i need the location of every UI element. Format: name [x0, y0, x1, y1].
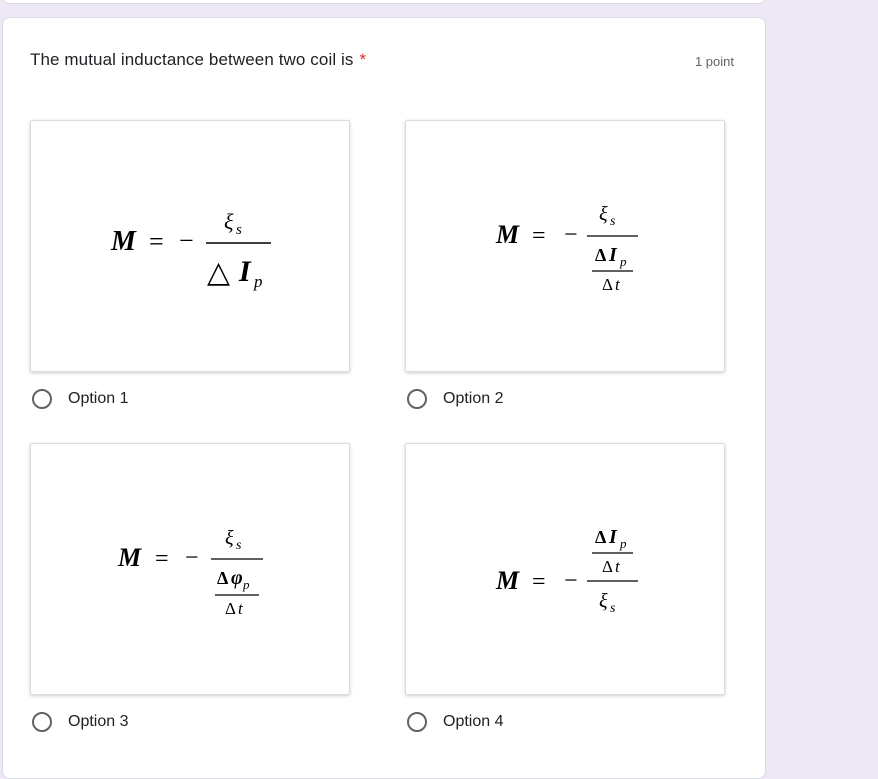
- svg-text:s: s: [236, 222, 242, 238]
- svg-text:I: I: [608, 526, 618, 548]
- svg-text:M: M: [110, 226, 137, 257]
- svg-text:−: −: [179, 226, 194, 255]
- svg-text:s: s: [236, 538, 242, 553]
- option-1[interactable]: Option 1: [32, 389, 128, 409]
- svg-text:p: p: [619, 254, 627, 269]
- question-text: The mutual inductance between two coil i…: [30, 50, 354, 69]
- option-3-radio[interactable]: [32, 712, 52, 732]
- formula-2: M = − ξ s Δ I p Δ t: [495, 203, 638, 294]
- svg-text:t: t: [615, 557, 621, 576]
- svg-text:M: M: [495, 220, 520, 249]
- svg-text:s: s: [610, 601, 616, 616]
- svg-text:=: =: [149, 227, 164, 256]
- option-2-image[interactable]: M = − ξ s Δ I p Δ t: [405, 120, 725, 372]
- svg-text:I: I: [608, 244, 618, 266]
- svg-text:Δ: Δ: [225, 599, 236, 618]
- svg-text:p: p: [253, 272, 263, 291]
- svg-text:M: M: [117, 543, 142, 572]
- svg-text:=: =: [532, 569, 546, 595]
- svg-text:p: p: [619, 536, 627, 551]
- svg-text:ξ: ξ: [599, 203, 608, 225]
- option-1-label: Option 1: [68, 390, 129, 407]
- formula-4: M = − Δ I p Δ t ξ s: [495, 526, 638, 616]
- svg-text:Δ: Δ: [217, 568, 228, 588]
- option-3-label: Option 3: [68, 713, 129, 730]
- question-points: 1 point: [694, 54, 734, 69]
- option-3-image[interactable]: M = − ξ s Δ φ p Δ t: [30, 443, 350, 695]
- svg-text:Δ: Δ: [595, 245, 606, 265]
- option-3[interactable]: Option 3: [32, 712, 128, 732]
- required-asterisk: *: [359, 50, 367, 69]
- previous-question-card: [2, 0, 766, 4]
- svg-text:Δ: Δ: [602, 557, 613, 576]
- svg-text:M: M: [495, 566, 520, 595]
- option-2-label: Option 2: [443, 390, 504, 407]
- svg-text:Δ: Δ: [602, 275, 613, 294]
- formula-3: M = − ξ s Δ φ p Δ t: [117, 527, 263, 618]
- svg-text:t: t: [615, 275, 621, 294]
- option-1-image[interactable]: M = − ξ s △ I p: [30, 120, 350, 372]
- svg-text:p: p: [242, 577, 250, 592]
- svg-text:φ: φ: [231, 567, 243, 589]
- svg-text:=: =: [532, 223, 546, 249]
- option-4-radio[interactable]: [407, 712, 427, 732]
- svg-text:Δ: Δ: [595, 527, 606, 547]
- svg-text:ξ: ξ: [224, 209, 234, 234]
- question-title: The mutual inductance between two coil i…: [30, 50, 366, 70]
- svg-text:−: −: [185, 545, 199, 571]
- option-4[interactable]: Option 4: [407, 712, 503, 732]
- svg-text:I: I: [238, 255, 252, 288]
- svg-text:△: △: [207, 256, 230, 289]
- option-2[interactable]: Option 2: [407, 389, 503, 409]
- svg-text:−: −: [564, 222, 578, 248]
- svg-text:ξ: ξ: [225, 527, 234, 549]
- svg-text:t: t: [238, 599, 244, 618]
- option-2-radio[interactable]: [407, 389, 427, 409]
- formula-1: M = − ξ s △ I p: [110, 209, 271, 291]
- svg-text:=: =: [155, 546, 169, 572]
- svg-text:−: −: [564, 568, 578, 594]
- option-4-image[interactable]: M = − Δ I p Δ t ξ s: [405, 443, 725, 695]
- option-4-label: Option 4: [443, 713, 504, 730]
- svg-text:ξ: ξ: [599, 590, 608, 612]
- option-1-radio[interactable]: [32, 389, 52, 409]
- svg-text:s: s: [610, 214, 616, 229]
